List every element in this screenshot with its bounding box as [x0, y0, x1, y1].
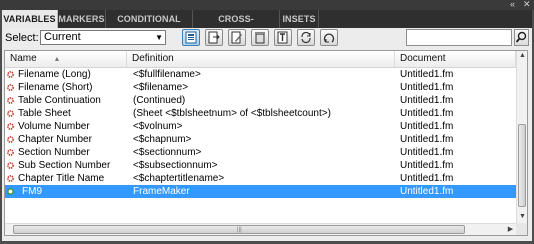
variable-name: FM9 — [22, 186, 42, 197]
convert-to-text-button[interactable] — [320, 29, 338, 46]
search-input[interactable] — [406, 29, 512, 46]
tab-variables[interactable]: VARIABLES — [2, 10, 58, 28]
variable-definition: (Continued) — [133, 95, 186, 106]
variable-name: Table Sheet — [18, 108, 71, 119]
table-row[interactable]: Sub Section Number <$subsectionnum> Unti… — [5, 159, 516, 172]
scroll-right-arrow-icon[interactable]: ▶ — [506, 226, 515, 234]
scope-select[interactable]: Current ▼ — [40, 30, 166, 45]
scroll-down-arrow-icon[interactable]: ▼ — [518, 213, 527, 221]
column-header-definition[interactable]: Definition — [127, 51, 395, 67]
sort-ascending-icon: ▲ — [53, 56, 61, 63]
variable-document: Untitled1.fm — [400, 95, 454, 106]
panel-title-bar: « ✕ — [0, 0, 534, 10]
delete-variable-icon — [255, 32, 265, 44]
variable-document: Untitled1.fm — [400, 82, 454, 93]
tab-insets[interactable]: INSETS — [280, 10, 319, 28]
table-row[interactable]: Filename (Long) <$fullfilename> Untitled… — [5, 68, 516, 81]
variable-definition: <$chaptertitlename> — [133, 173, 225, 184]
vertical-scrollbar[interactable]: ▲ ▼ — [516, 51, 527, 223]
horizontal-scroll-thumb[interactable]: ||| — [13, 225, 465, 234]
column-header-document[interactable]: Document — [395, 51, 516, 67]
variable-definition: <$filename> — [133, 82, 189, 93]
tab-cross-references[interactable]: CROSS-REFERENCES — [193, 10, 280, 42]
variables-table: Name ▲ Definition Document Filename (Lon… — [4, 50, 528, 236]
update-variables-icon — [301, 31, 311, 44]
system-variable-icon — [7, 136, 14, 143]
variable-document: Untitled1.fm — [400, 160, 454, 171]
show-document-variables-icon — [185, 31, 197, 44]
system-variable-icon — [7, 149, 14, 156]
variable-name: Chapter Number — [18, 134, 92, 145]
variable-definition: <$subsectionnum> — [133, 160, 218, 171]
scroll-up-arrow-icon[interactable]: ▲ — [518, 52, 527, 60]
user-variable-icon — [7, 188, 14, 195]
column-header-name-label: Name — [10, 53, 37, 64]
close-panel-button[interactable]: ✕ — [523, 0, 531, 9]
insert-variable-button[interactable] — [274, 29, 292, 46]
horizontal-scrollbar[interactable]: ||| ▶ — [5, 223, 516, 235]
table-row-selected[interactable]: FM9 FrameMaker Untitled1.fm — [5, 185, 516, 198]
variable-document: Untitled1.fm — [400, 134, 454, 145]
variable-name: Filename (Short) — [18, 82, 93, 93]
variables-panel: Select: Current ▼ Name ▲ Definition Docu… — [2, 28, 532, 241]
column-header-name[interactable]: Name ▲ — [5, 51, 127, 67]
variable-name: Filename (Long) — [18, 69, 91, 80]
variable-document: Untitled1.fm — [400, 147, 454, 158]
insert-variable-icon — [277, 31, 288, 44]
system-variable-icon — [7, 162, 14, 169]
variable-name: Volume Number — [18, 121, 90, 132]
system-variable-icon — [7, 175, 14, 182]
chevron-down-icon: ▼ — [155, 33, 163, 42]
variable-definition: <$volnum> — [133, 121, 183, 132]
toolbar: Select: Current ▼ — [2, 28, 532, 49]
tab-conditional-text[interactable]: CONDITIONAL TEXT — [106, 10, 193, 42]
delete-variable-button[interactable] — [251, 29, 269, 46]
variables-panel-window: « ✕ VARIABLES MARKERS CONDITIONAL TEXT C… — [0, 0, 534, 244]
variable-definition: <$fullfilename> — [133, 69, 201, 80]
scrollbar-corner — [516, 223, 527, 235]
variable-definition: <$chapnum> — [133, 134, 192, 145]
table-row[interactable]: Volume Number <$volnum> Untitled1.fm — [5, 120, 516, 133]
convert-to-text-icon — [323, 33, 335, 43]
scope-select-value: Current — [44, 31, 81, 43]
vertical-scroll-thumb[interactable] — [518, 124, 526, 207]
system-variable-icon — [7, 71, 14, 78]
system-variable-icon — [7, 84, 14, 91]
table-row[interactable]: Filename (Short) <$filename> Untitled1.f… — [5, 81, 516, 94]
variable-name: Sub Section Number — [18, 160, 111, 171]
select-label: Select: — [5, 32, 39, 44]
table-row[interactable]: Section Number <$sectionnum> Untitled1.f… — [5, 146, 516, 159]
system-variable-icon — [7, 110, 14, 117]
variable-definition: FrameMaker — [133, 186, 190, 197]
variable-document: Untitled1.fm — [400, 173, 454, 184]
variable-name: Table Continuation — [18, 95, 101, 106]
variable-document: Untitled1.fm — [400, 69, 454, 80]
variable-document: Untitled1.fm — [400, 108, 454, 119]
variable-definition: (Sheet <$tblsheetnum> of <$tblsheetcount… — [133, 108, 331, 119]
import-variables-button[interactable] — [205, 29, 223, 46]
import-variables-icon — [208, 31, 220, 44]
panel-tabs: VARIABLES MARKERS CONDITIONAL TEXT CROSS… — [2, 10, 532, 42]
table-row[interactable]: Chapter Number <$chapnum> Untitled1.fm — [5, 133, 516, 146]
tab-markers[interactable]: MARKERS — [58, 10, 106, 28]
variable-definition: <$sectionnum> — [133, 147, 202, 158]
update-variables-button[interactable] — [297, 29, 315, 46]
system-variable-icon — [7, 123, 14, 130]
variable-name: Chapter Title Name — [18, 173, 105, 184]
table-row[interactable]: Table Sheet (Sheet <$tblsheetnum> of <$t… — [5, 107, 516, 120]
show-document-variables-button[interactable] — [182, 29, 200, 46]
table-row[interactable]: Table Continuation (Continued) Untitled1… — [5, 94, 516, 107]
search-button[interactable] — [514, 29, 529, 46]
variable-name: Section Number — [18, 147, 90, 158]
variable-document: Untitled1.fm — [400, 186, 454, 197]
search-icon — [515, 31, 527, 43]
scroll-grip-icon: ||| — [237, 227, 242, 233]
variable-document: Untitled1.fm — [400, 121, 454, 132]
edit-variable-icon — [231, 31, 242, 44]
table-row[interactable]: Chapter Title Name <$chaptertitlename> U… — [5, 172, 516, 185]
table-header: Name ▲ Definition Document — [5, 51, 516, 68]
collapse-panel-button[interactable]: « — [510, 0, 515, 9]
system-variable-icon — [7, 97, 14, 104]
edit-variable-button[interactable] — [228, 29, 246, 46]
